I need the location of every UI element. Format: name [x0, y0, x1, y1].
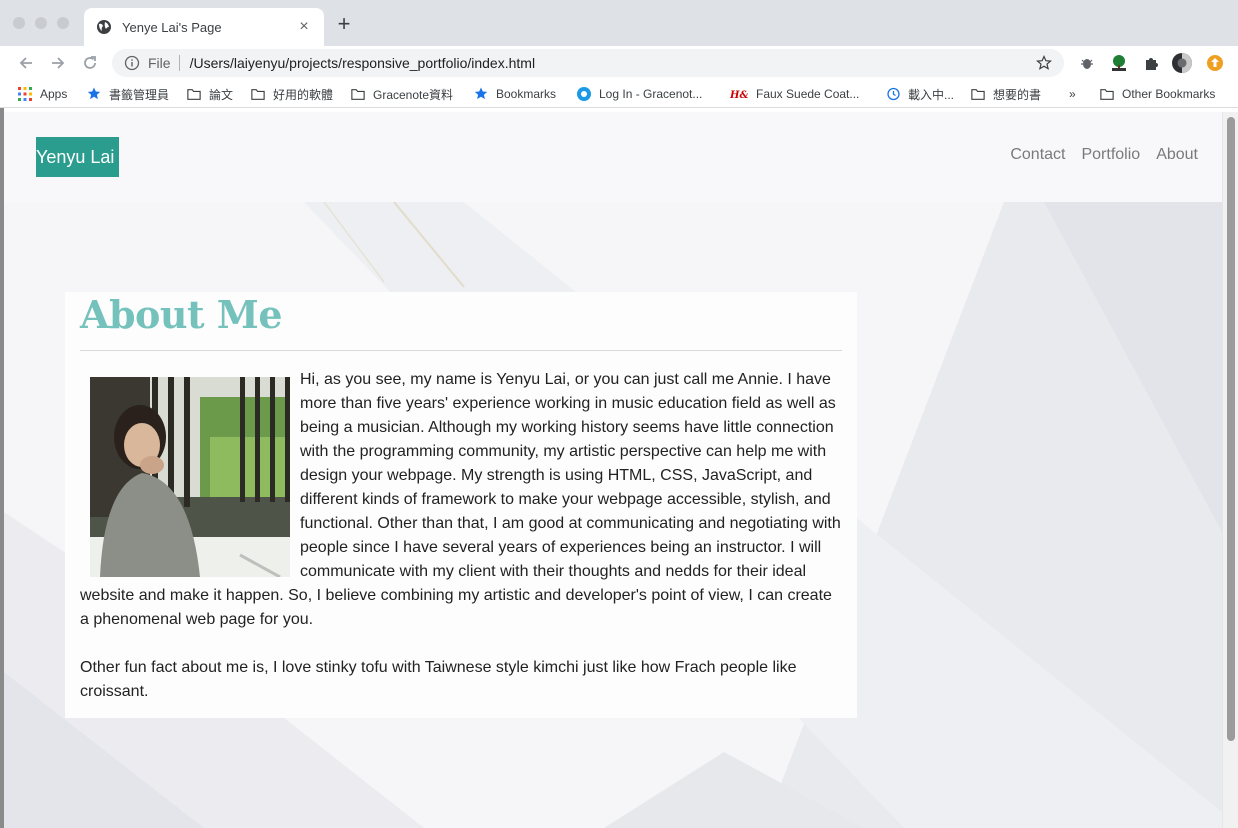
about-card: About Me Hi, as you see, my name is Yeny… [65, 292, 857, 718]
new-tab-button[interactable]: + [335, 13, 353, 35]
profile-avatar-icon[interactable] [1172, 53, 1192, 73]
tab-title: Yenye Lai's Page [122, 19, 222, 35]
reload-button[interactable] [79, 52, 101, 74]
tree-extension-icon[interactable] [1109, 53, 1129, 73]
brand-logo[interactable]: Yenyu Lai [36, 137, 119, 177]
site-header: Yenyu Lai Contact Portfolio About [4, 112, 1222, 202]
address-bar[interactable]: File /Users/laiyenyu/projects/responsive… [112, 49, 1064, 77]
about-body: Hi, as you see, my name is Yenyu Lai, or… [80, 368, 842, 704]
puzzle-extensions-icon[interactable] [1141, 53, 1161, 73]
history-clock-icon [886, 87, 900, 101]
bookmark-bookmarks[interactable]: Bookmarks [474, 85, 556, 103]
bookmark-hm-coat[interactable]: H&M Faux Suede Coat... [730, 85, 859, 103]
url-separator [178, 55, 180, 71]
star-icon [474, 87, 488, 101]
nav-about-link[interactable]: About [1156, 146, 1198, 164]
tab-strip: Yenye Lai's Page × + [0, 0, 1238, 46]
minimize-window-button[interactable] [35, 17, 47, 29]
about-heading: About Me [80, 292, 283, 337]
bookmark-label: Other Bookmarks [1122, 87, 1216, 101]
reload-icon [84, 56, 96, 69]
vertical-scrollbar[interactable] [1222, 112, 1238, 828]
page-viewport: Yenyu Lai Contact Portfolio About About … [4, 112, 1222, 828]
bookmark-folder-software[interactable]: 好用的軟體 [251, 85, 333, 103]
bookmark-folder-gracenote[interactable]: Gracenote資料 [351, 85, 453, 103]
nav-portfolio-link[interactable]: Portfolio [1081, 146, 1140, 164]
bookmark-label: Gracenote資料 [373, 87, 454, 102]
zoom-window-button[interactable] [57, 17, 69, 29]
gracenote-logo-icon [577, 87, 591, 101]
bookmark-label: Bookmarks [496, 87, 557, 101]
folder-icon [251, 87, 265, 101]
bookmark-label: 想要的書 [993, 87, 1042, 102]
url-text[interactable]: /Users/laiyenyu/projects/responsive_port… [190, 55, 1036, 71]
about-paragraph-2: Other fun fact about me is, I love stink… [80, 659, 797, 700]
arrow-right-icon [52, 57, 65, 69]
main-nav: Contact Portfolio About [1010, 146, 1198, 164]
overflow-label: » [1069, 87, 1076, 101]
url-scheme: File [148, 55, 171, 71]
bookmark-label: Apps [40, 87, 68, 101]
forward-button[interactable] [47, 52, 69, 74]
bookmark-loading[interactable]: 載入中... [886, 85, 954, 103]
close-window-button[interactable] [13, 17, 25, 29]
bookmark-star-icon[interactable] [1036, 55, 1052, 71]
bug-extension-icon[interactable] [1077, 53, 1097, 73]
bookmark-folder-other[interactable]: Other Bookmarks [1100, 85, 1215, 103]
bookmark-label: 書籤管理員 [109, 87, 170, 102]
folder-icon [971, 87, 985, 101]
folder-icon [351, 87, 365, 101]
bookmarks-overflow-chevron[interactable]: » [1069, 85, 1076, 103]
hm-logo-icon: H&M [730, 87, 748, 101]
globe-icon [96, 19, 112, 35]
apps-grid-icon [18, 87, 32, 101]
star-icon [87, 87, 101, 101]
bookmark-gracenote-login[interactable]: Log In - Gracenot... [577, 85, 702, 103]
browser-tab[interactable]: Yenye Lai's Page × [84, 8, 324, 46]
browser-toolbar: File /Users/laiyenyu/projects/responsive… [0, 46, 1238, 80]
bookmarks-bar: Apps 書籤管理員 論文 好用的軟體 Gracenote資料 Bookmark… [0, 80, 1238, 108]
folder-icon [187, 87, 201, 101]
bookmark-label: 載入中... [908, 87, 955, 102]
bookmark-label: 好用的軟體 [273, 87, 334, 102]
close-tab-icon[interactable]: × [296, 18, 312, 35]
svg-text:H&M: H&M [730, 90, 748, 100]
bookmark-label: Log In - Gracenot... [599, 87, 703, 101]
bookmark-apps[interactable]: Apps [18, 85, 67, 103]
scrollbar-thumb[interactable] [1227, 117, 1235, 741]
update-arrow-icon[interactable] [1205, 53, 1225, 73]
folder-icon [1100, 87, 1114, 101]
back-button[interactable] [15, 52, 37, 74]
info-icon[interactable] [124, 55, 140, 71]
heading-divider [80, 350, 842, 351]
bookmark-manager[interactable]: 書籤管理員 [87, 85, 169, 103]
bookmark-folder-books[interactable]: 想要的書 [971, 85, 1041, 103]
arrow-left-icon [19, 57, 32, 69]
bookmark-folder-thesis[interactable]: 論文 [187, 85, 233, 103]
bookmark-label: 論文 [209, 87, 234, 102]
profile-photo [90, 377, 290, 577]
nav-contact-link[interactable]: Contact [1010, 146, 1065, 164]
bookmark-label: Faux Suede Coat... [756, 87, 860, 101]
